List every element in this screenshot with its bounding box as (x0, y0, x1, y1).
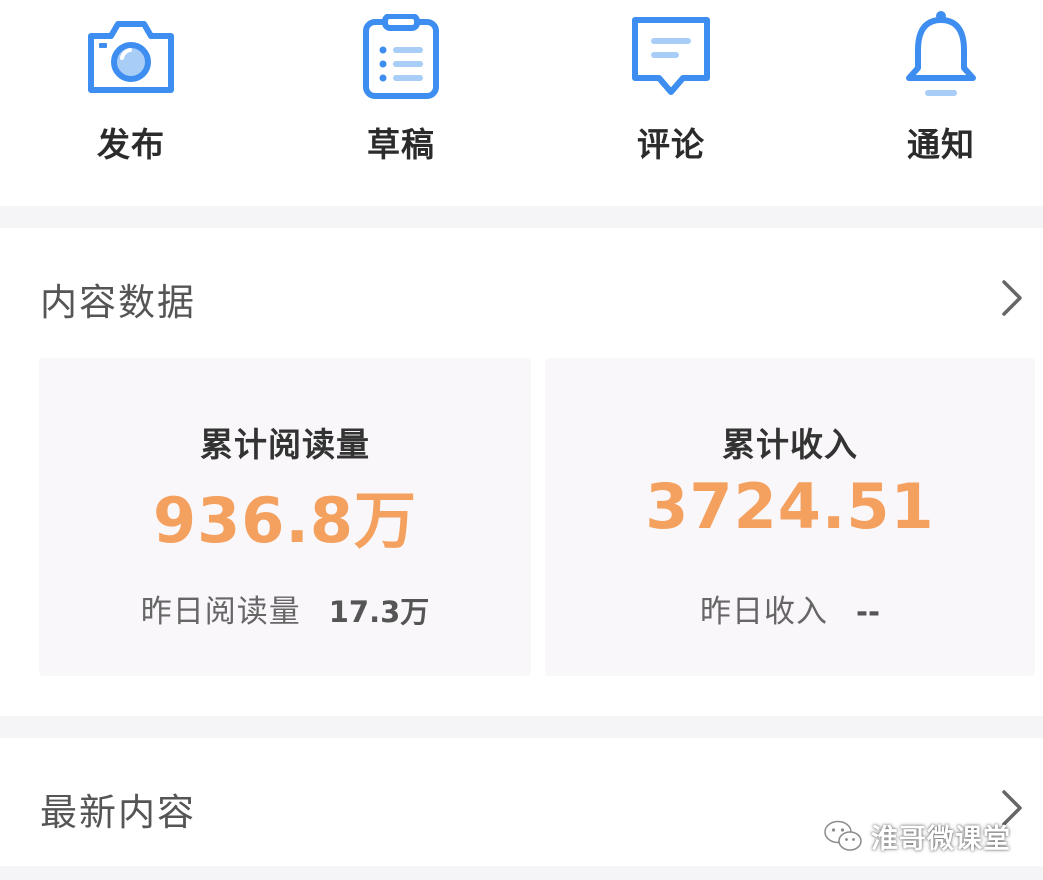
bell-icon (906, 11, 976, 96)
total-reads-value: 936.8万 (152, 484, 418, 557)
notifications-button[interactable]: 通知 (841, 0, 1041, 206)
watermark: 淮哥微课堂 (823, 816, 1011, 856)
content-data-title: 内容数据 (40, 281, 196, 324)
comments-label: 评论 (637, 125, 705, 164)
notifications-label: 通知 (907, 125, 975, 164)
wechat-icon (824, 820, 862, 851)
clipboard-list-icon (363, 14, 439, 99)
watermark-text: 淮哥微课堂 (871, 823, 1011, 855)
quick-action-row: 发布 草稿 评论 通知 (0, 0, 1043, 206)
comment-icon (632, 17, 710, 95)
bottom-divider (0, 866, 1043, 880)
drafts-label: 草稿 (367, 125, 435, 164)
chevron-right-icon (1002, 280, 1022, 316)
yesterday-income-label: 昨日收入 (699, 594, 828, 630)
total-reads-title: 累计阅读量 (200, 425, 370, 464)
yesterday-reads-value: 17.3万 (328, 595, 430, 629)
section-divider (0, 716, 1043, 738)
yesterday-income-value: -- (855, 595, 881, 629)
camera-icon (88, 21, 174, 93)
yesterday-reads-row: 昨日阅读量 17.3万 (39, 586, 531, 631)
total-reads-card[interactable]: 累计阅读量 936.8万 昨日阅读量 17.3万 (39, 358, 531, 676)
latest-content-title: 最新内容 (40, 791, 196, 834)
section-divider (0, 206, 1043, 228)
comments-button[interactable]: 评论 (571, 0, 771, 206)
content-data-header[interactable]: 内容数据 (0, 250, 1043, 340)
drafts-button[interactable]: 草稿 (301, 0, 501, 206)
publish-button[interactable]: 发布 (31, 0, 231, 206)
total-income-card[interactable]: 累计收入 3724.51 昨日收入 -- (545, 358, 1035, 676)
total-income-value: 3724.51 (645, 470, 935, 543)
yesterday-reads-label: 昨日阅读量 (140, 594, 301, 630)
publish-label: 发布 (97, 125, 165, 164)
creator-dashboard: 发布 草稿 评论 通知 内容数据 累计阅读量 936.8万 昨日阅读量 17.3… (0, 0, 1043, 880)
yesterday-income-row: 昨日收入 -- (545, 586, 1035, 631)
total-income-title: 累计收入 (722, 425, 858, 464)
